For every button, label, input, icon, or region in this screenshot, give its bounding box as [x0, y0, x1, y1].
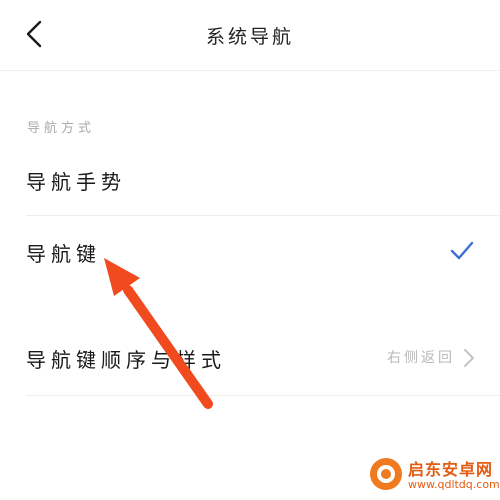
- watermark: 启东安卓网 www.qdltdq.com: [368, 452, 500, 496]
- option-label: 导航手势: [26, 170, 126, 194]
- watermark-logo-icon: [370, 458, 402, 490]
- watermark-title: 启东安卓网: [408, 460, 494, 479]
- chevron-right-icon: [464, 349, 474, 367]
- option-label: 导航键: [26, 242, 101, 266]
- checkmark-icon: [450, 241, 474, 260]
- option-navigation-keys[interactable]: 导航键: [0, 216, 500, 286]
- row-value: 右侧返回: [387, 350, 455, 366]
- row-label: 导航键顺序与样式: [26, 348, 226, 372]
- option-gesture-navigation[interactable]: 导航手势: [0, 150, 500, 215]
- divider: [26, 395, 500, 396]
- page-title: 系统导航: [205, 26, 294, 48]
- section-label: 导航方式: [27, 121, 96, 136]
- top-bar: 系统导航: [0, 0, 500, 71]
- watermark-url: www.qdltdq.com: [408, 478, 500, 491]
